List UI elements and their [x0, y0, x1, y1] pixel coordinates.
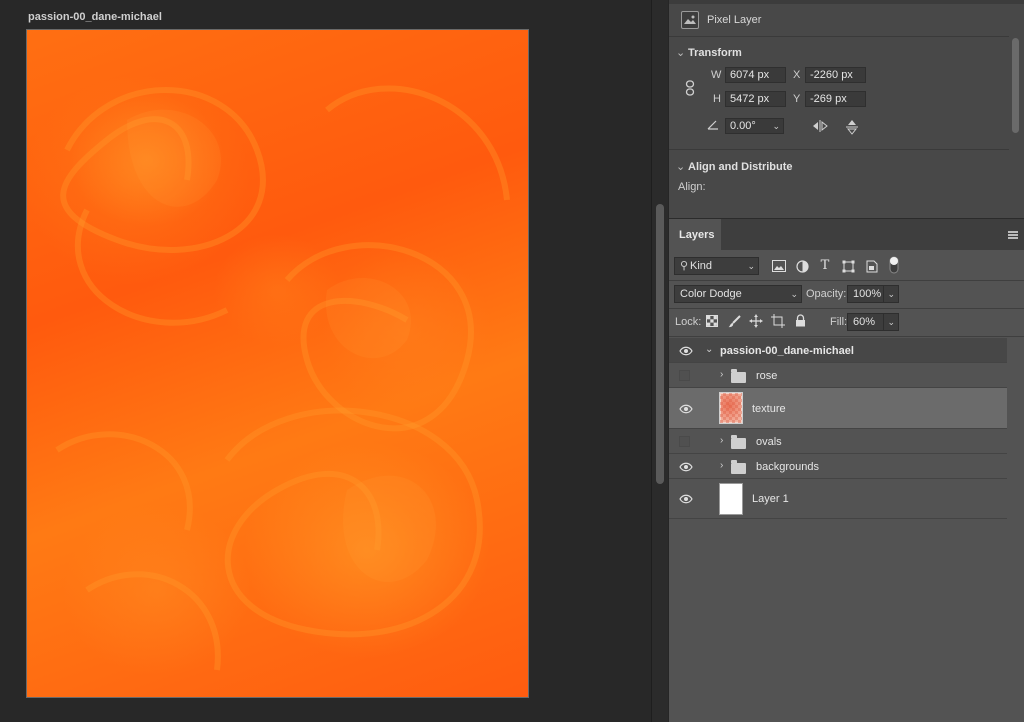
chevron-down-icon: ⌄: [747, 261, 755, 271]
angle-icon: [707, 120, 719, 130]
align-label: Align:: [678, 181, 706, 193]
align-section-header[interactable]: ⌄ Align and Distribute: [676, 160, 793, 173]
align-title: Align and Distribute: [688, 161, 793, 173]
layer-row-group-passion[interactable]: ⌄ passion-00_dane-michael: [669, 338, 1007, 363]
layer-name: rose: [756, 370, 778, 382]
height-label: H: [713, 93, 721, 105]
layer-name: ovals: [756, 436, 782, 448]
layers-tab-bar: Layers: [669, 218, 1024, 251]
chevron-down-icon: ⌄: [883, 286, 895, 302]
chevron-down-icon: ⌄: [772, 121, 780, 131]
folder-icon: [731, 435, 746, 449]
layer-name: Layer 1: [752, 493, 789, 505]
layer-kind-row: Pixel Layer: [669, 4, 1009, 37]
layer-kind-label: Pixel Layer: [707, 14, 762, 26]
filter-type-icon[interactable]: T: [818, 259, 832, 273]
layers-scrollbar[interactable]: [1007, 338, 1024, 722]
visibility-eye-icon[interactable]: [679, 404, 693, 414]
folder-icon: [731, 369, 746, 383]
y-position-input[interactable]: -269 px: [805, 91, 866, 107]
artboard-canvas[interactable]: [26, 29, 529, 698]
lock-label: Lock:: [675, 316, 702, 328]
rose-texture-art: [55, 85, 510, 671]
search-icon: ⚲: [680, 260, 689, 272]
chevron-right-icon[interactable]: ›: [720, 460, 723, 471]
canvas-area: passion-00_dane-michael: [0, 0, 651, 722]
layer-filter-kind-select[interactable]: ⚲ Kind ⌄: [674, 257, 759, 275]
x-label: X: [793, 69, 801, 81]
scrollbar-thumb[interactable]: [1012, 38, 1019, 133]
chevron-down-icon: ⌄: [883, 314, 895, 330]
visibility-toggle-empty[interactable]: [679, 436, 690, 447]
chevron-down-icon[interactable]: ⌄: [705, 344, 713, 355]
layer-name: texture: [752, 403, 786, 415]
layer-row-ovals[interactable]: › ovals: [669, 429, 1007, 454]
fill-label: Fill:: [830, 316, 848, 328]
visibility-eye-icon[interactable]: [679, 494, 693, 504]
fill-value: 60%: [853, 316, 876, 328]
layers-panel: ⚲ Kind ⌄ T Color Dodge ⌄ Opacity: 100% ⌄…: [669, 250, 1024, 722]
angle-value: 0.00°: [730, 120, 756, 132]
layer-name: passion-00_dane-michael: [720, 345, 854, 357]
flip-vertical-icon[interactable]: [845, 118, 859, 136]
height-input[interactable]: 5472 px: [725, 91, 786, 107]
chevron-down-icon: ⌄: [790, 289, 798, 299]
flip-horizontal-icon[interactable]: [811, 119, 829, 133]
visibility-eye-icon[interactable]: [679, 462, 693, 472]
layer-thumbnail: [719, 392, 743, 424]
divider: [669, 308, 1024, 309]
lock-image-pixels-icon[interactable]: [727, 315, 741, 329]
layer-thumbnail: [719, 483, 743, 515]
transform-section-header[interactable]: ⌄ Transform: [676, 46, 742, 59]
transform-title: Transform: [688, 47, 742, 59]
lock-all-icon[interactable]: [793, 314, 807, 328]
filter-toggle-switch[interactable]: [889, 256, 899, 274]
lock-artboard-icon[interactable]: [771, 314, 785, 328]
panel-menu-icon[interactable]: [1008, 231, 1018, 239]
canvas-vertical-scrollbar[interactable]: [651, 0, 668, 722]
tab-layers[interactable]: Layers: [669, 219, 721, 251]
pixel-layer-icon: [681, 11, 699, 29]
blend-mode-select[interactable]: Color Dodge ⌄: [674, 285, 802, 303]
angle-input[interactable]: 0.00° ⌄: [725, 118, 784, 134]
width-input[interactable]: 6074 px: [725, 67, 786, 83]
chevron-right-icon[interactable]: ›: [720, 435, 723, 446]
chevron-right-icon[interactable]: ›: [720, 369, 723, 380]
layer-name: backgrounds: [756, 461, 819, 473]
filter-adjustment-icon[interactable]: [795, 260, 809, 274]
divider: [669, 280, 1024, 281]
filter-smart-object-icon[interactable]: [865, 260, 879, 274]
folder-icon: [731, 460, 746, 474]
section-divider: [669, 149, 1009, 150]
opacity-label: Opacity:: [806, 288, 847, 300]
layer-row-layer-1[interactable]: Layer 1: [669, 479, 1007, 519]
lock-transparent-pixels-icon[interactable]: [705, 315, 719, 329]
visibility-eye-icon[interactable]: [679, 346, 693, 356]
right-panels: Pixel Layer ⌄ Transform W 6074 px X -2260…: [669, 0, 1024, 722]
visibility-toggle-empty[interactable]: [679, 370, 690, 381]
filter-shape-icon[interactable]: [841, 260, 855, 274]
x-position-input[interactable]: -2260 px: [805, 67, 866, 83]
link-dimensions-icon[interactable]: [685, 80, 695, 96]
properties-panel: Pixel Layer ⌄ Transform W 6074 px X -2260…: [669, 0, 1024, 218]
filter-kind-value: Kind: [690, 260, 713, 272]
filter-pixel-icon[interactable]: [772, 260, 786, 274]
layer-row-texture[interactable]: texture: [669, 388, 1007, 429]
chevron-down-icon: ⌄: [676, 47, 686, 59]
lock-position-icon[interactable]: [749, 314, 763, 328]
opacity-value: 100%: [853, 288, 882, 300]
divider: [669, 336, 1024, 337]
y-label: Y: [793, 93, 801, 105]
opacity-input[interactable]: 100% ⌄: [847, 285, 899, 303]
document-title: passion-00_dane-michael: [28, 11, 162, 23]
properties-scrollbar[interactable]: [1009, 36, 1024, 218]
chevron-down-icon: ⌄: [676, 161, 686, 173]
fill-input[interactable]: 60% ⌄: [847, 313, 899, 331]
width-label: W: [711, 69, 722, 81]
layer-row-rose[interactable]: › rose: [669, 363, 1007, 388]
layer-row-backgrounds[interactable]: › backgrounds: [669, 454, 1007, 479]
photoshop-window: passion-00_dane-michael Pixel Layer ⌄ Tr…: [0, 0, 1024, 722]
scrollbar-thumb[interactable]: [656, 204, 664, 484]
blend-mode-value: Color Dodge: [680, 288, 742, 300]
